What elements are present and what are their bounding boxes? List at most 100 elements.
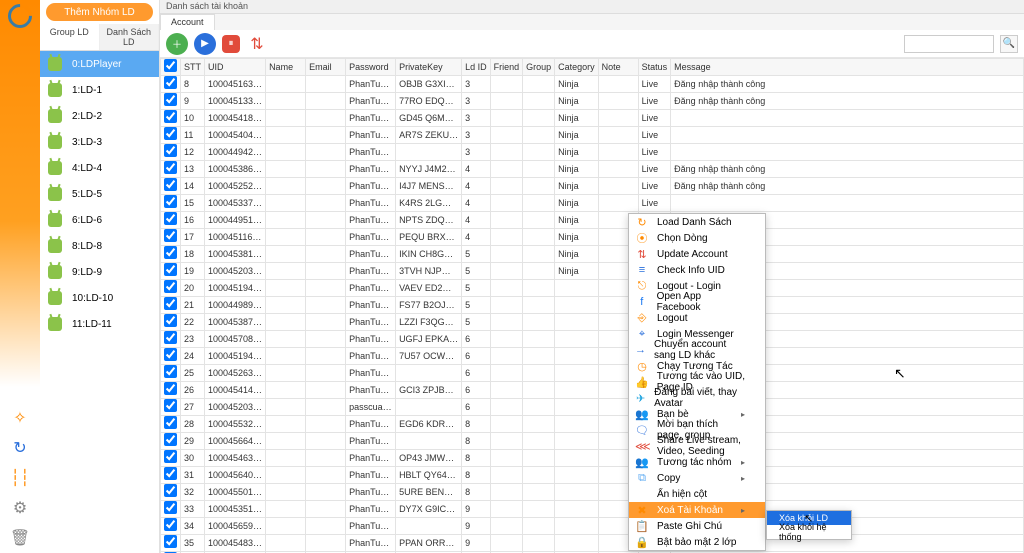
context-item[interactable]: ✖Xoá Tài Khoản▸ [629, 502, 765, 518]
row-checkbox[interactable] [164, 331, 177, 344]
row-checkbox[interactable] [164, 195, 177, 208]
table-row[interactable]: 11100045404…PhanTu…AR7S ZEKU…3NinjaLive [161, 127, 1024, 144]
row-checkbox[interactable] [164, 382, 177, 395]
row-checkbox[interactable] [164, 314, 177, 327]
table-row[interactable]: 15100045337…PhanTu…K4RS 2LG…4NinjaLive [161, 195, 1024, 212]
context-item[interactable]: 📋Paste Ghi Chú [629, 518, 765, 534]
sidebar-item-ld[interactable]: 1:LD-1 [40, 77, 159, 103]
row-checkbox[interactable] [164, 229, 177, 242]
add-group-button[interactable]: Thêm Nhóm LD [46, 3, 153, 21]
sidebar-item-ld[interactable]: 3:LD-3 [40, 129, 159, 155]
submenu-delete[interactable]: Xóa khỏi LDXóa khỏi hệ thống [766, 510, 852, 540]
context-item[interactable]: ⦿Chọn Dòng [629, 230, 765, 246]
settings-icon[interactable]: ⚙ [9, 497, 31, 519]
select-all-checkbox[interactable] [164, 59, 177, 72]
table-row[interactable]: 24100045194…PhanTu…7U57 OCW…6Live [161, 348, 1024, 365]
col-uid[interactable]: UID [205, 59, 266, 76]
row-checkbox[interactable] [164, 501, 177, 514]
table-row[interactable]: 22100045387…PhanTu…LZZI F3QG…5Live [161, 314, 1024, 331]
sidebar-item-ld[interactable]: 9:LD-9 [40, 259, 159, 285]
row-checkbox[interactable] [164, 93, 177, 106]
context-item[interactable]: ↻Load Danh Sách [629, 214, 765, 230]
row-checkbox[interactable] [164, 144, 177, 157]
table-row[interactable]: 14100045252…PhanTu…I4J7 MENS…4NinjaLiveĐ… [161, 178, 1024, 195]
context-item[interactable]: ⧉Copy▸ [629, 470, 765, 486]
sidebar-item-ld[interactable]: 4:LD-4 [40, 155, 159, 181]
table-row[interactable]: 26100045414…PhanTu…GCI3 ZPJB…6Live [161, 382, 1024, 399]
tab-list-ld[interactable]: Danh Sách LD [100, 24, 160, 50]
col-name[interactable]: Name [266, 59, 306, 76]
row-checkbox[interactable] [164, 433, 177, 446]
table-row[interactable]: 31100045640…PhanTu…HBLT QY64…8Live [161, 467, 1024, 484]
col-category[interactable]: Category [555, 59, 599, 76]
col-status[interactable]: Status [638, 59, 671, 76]
col-note[interactable]: Note [598, 59, 638, 76]
row-checkbox[interactable] [164, 76, 177, 89]
sidebar-item-ld[interactable]: 6:LD-6 [40, 207, 159, 233]
col-email[interactable]: Email [306, 59, 346, 76]
row-checkbox[interactable] [164, 484, 177, 497]
context-item[interactable]: fOpen App Facebook [629, 294, 765, 310]
context-menu[interactable]: ↻Load Danh Sách⦿Chọn Dòng⇅Update Account… [628, 213, 766, 551]
context-item[interactable]: Ẩn hiện cột [629, 486, 765, 502]
table-row[interactable]: 16100044951…PhanTu…NPTS ZDQ…4NinjaLive [161, 212, 1024, 229]
trash-icon[interactable]: 🗑 [9, 527, 31, 549]
row-checkbox[interactable] [164, 212, 177, 225]
table-row[interactable]: 29100045664…PhanTu…8Live [161, 433, 1024, 450]
col-message[interactable]: Message [671, 59, 1024, 76]
table-row[interactable]: 18100045381…PhanTu…IKIN CH8G…5NinjaLiveĐ… [161, 246, 1024, 263]
row-checkbox[interactable] [164, 110, 177, 123]
table-row[interactable]: 28100045532…PhanTu…EGD6 KDR…8LiveĐăng nh… [161, 416, 1024, 433]
row-checkbox[interactable] [164, 518, 177, 531]
table-row[interactable]: 17100045116…PhanTu…PEQU BRX…4NinjaLive [161, 229, 1024, 246]
row-checkbox[interactable] [164, 467, 177, 480]
tool-icon-1[interactable]: ✧ [9, 407, 31, 429]
tool-sliders-icon[interactable]: ┆┆ [9, 467, 31, 489]
search-button[interactable]: 🔍 [1000, 35, 1018, 53]
context-item[interactable]: ⋘Share Live stream, Video, Seeding [629, 438, 765, 454]
sidebar-item-ld[interactable]: 0:LDPlayer [40, 51, 159, 77]
row-checkbox[interactable] [164, 246, 177, 259]
context-item[interactable]: ⇅Update Account [629, 246, 765, 262]
submenu-item[interactable]: Xóa khỏi hệ thống [767, 525, 851, 539]
row-checkbox[interactable] [164, 161, 177, 174]
row-checkbox[interactable] [164, 450, 177, 463]
row-checkbox[interactable] [164, 416, 177, 429]
table-row[interactable]: 33100045351…PhanTu…DY7X G9IC…9Live [161, 501, 1024, 518]
table-row[interactable]: 32100045501…PhanTu…5URE BEN…8Live [161, 484, 1024, 501]
table-row[interactable]: 23100045708…PhanTu…UGFJ EPKA…6LiveĐăng n… [161, 331, 1024, 348]
row-checkbox[interactable] [164, 535, 177, 548]
sidebar-item-ld[interactable]: 8:LD-8 [40, 233, 159, 259]
table-row[interactable]: 20100045194…PhanTu…VAEV ED2…5LiveĐăng nh… [161, 280, 1024, 297]
row-checkbox[interactable] [164, 178, 177, 191]
col-stt[interactable]: STT [181, 59, 205, 76]
add-button[interactable]: ＋ [166, 33, 188, 55]
tool-refresh-icon[interactable]: ↻ [9, 437, 31, 459]
col-friend[interactable]: Friend [490, 59, 523, 76]
tab-account[interactable]: Account [160, 14, 215, 30]
context-item[interactable]: 🔒Bật bảo mật 2 lớp [629, 534, 765, 550]
table-row[interactable]: 27100045203…passcua…6Live [161, 399, 1024, 416]
col-privatekey[interactable]: PrivateKey [396, 59, 462, 76]
row-checkbox[interactable] [164, 127, 177, 140]
context-item[interactable]: →Chuyển account sang LD khác [629, 342, 765, 358]
tab-group-ld[interactable]: Group LD [40, 24, 100, 50]
sidebar-item-ld[interactable]: 11:LD-11 [40, 311, 159, 337]
table-row[interactable]: 10100045418…PhanTu…GD45 Q6M…3NinjaLive [161, 110, 1024, 127]
row-checkbox[interactable] [164, 348, 177, 361]
sidebar-item-ld[interactable]: 5:LD-5 [40, 181, 159, 207]
table-row[interactable]: 34100045659…PhanTu…9LiveĐăng nhập thành … [161, 518, 1024, 535]
search-input[interactable] [904, 35, 994, 53]
row-checkbox[interactable] [164, 365, 177, 378]
table-row[interactable]: 9100045133…PhanTu…77RO EDQ…3NinjaLiveĐăn… [161, 93, 1024, 110]
col-ld id[interactable]: Ld ID [462, 59, 491, 76]
row-checkbox[interactable] [164, 399, 177, 412]
col-password[interactable]: Password [346, 59, 396, 76]
table-row[interactable]: 19100045203…PhanTu…3TVH NJP…5NinjaLive [161, 263, 1024, 280]
row-checkbox[interactable] [164, 297, 177, 310]
table-row[interactable]: 8100045163…PhanTu…OBJB G3XI…3NinjaLiveĐă… [161, 76, 1024, 93]
col-checkbox[interactable] [161, 59, 181, 76]
row-checkbox[interactable] [164, 263, 177, 276]
row-checkbox[interactable] [164, 280, 177, 293]
table-row[interactable]: 13100045386…PhanTu…NYYJ J4M2…4NinjaLiveĐ… [161, 161, 1024, 178]
